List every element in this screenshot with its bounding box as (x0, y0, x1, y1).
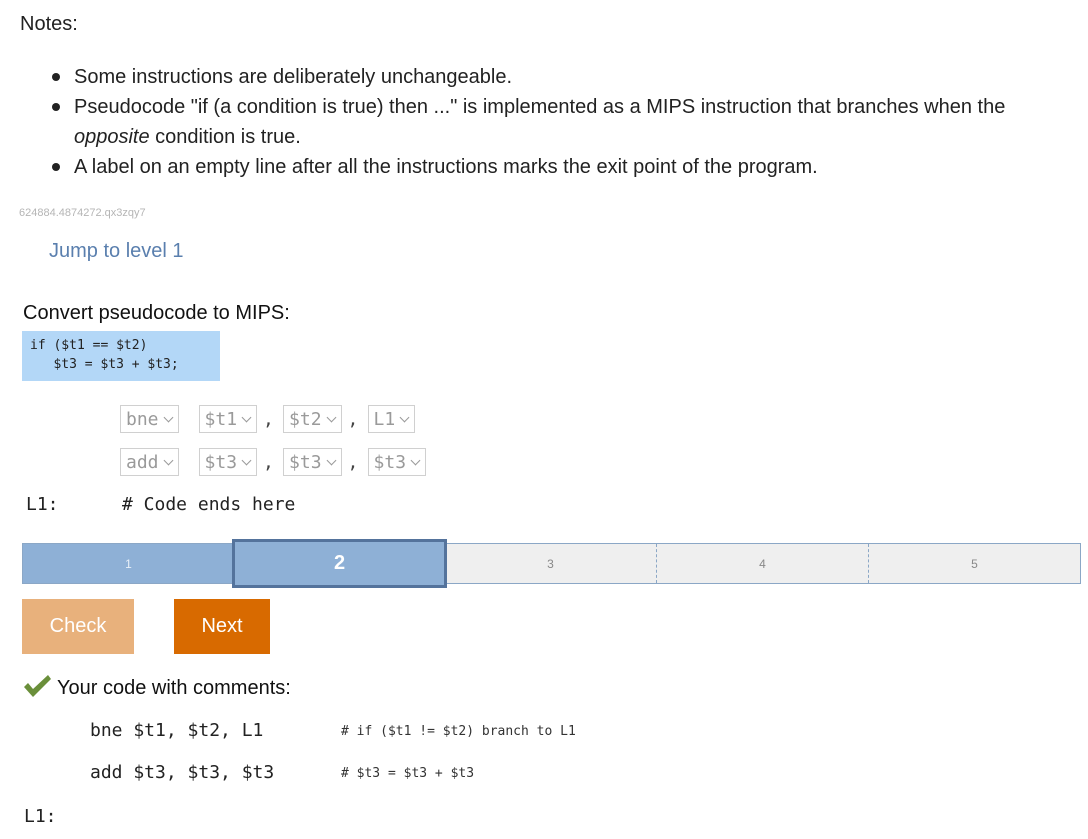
result-code-comment: # $t3 = $t3 + $t3 (341, 766, 475, 781)
instruction-row-2: add $t3 , $t3 , $t3 (120, 447, 427, 477)
result-code-comment: # if ($t1 != $t2) branch to L1 (341, 724, 576, 739)
next-button[interactable]: Next (174, 599, 270, 654)
pseudocode-line: $t3 = $t3 + $t3; (30, 357, 179, 372)
exit-label: L1: (26, 494, 59, 515)
notes-list: Some instructions are deliberately uncha… (0, 62, 1088, 182)
note-item: A label on an empty line after all the i… (0, 152, 1064, 182)
notes-title: Notes: (20, 13, 78, 35)
chevron-down-icon (163, 455, 173, 465)
result-code-line: bne $t1, $t2, L1 (90, 720, 264, 741)
checkmark-icon (24, 675, 51, 697)
chevron-down-icon (241, 455, 252, 465)
register-select[interactable]: $t1 (198, 405, 258, 433)
chevron-down-icon (326, 412, 336, 422)
jump-to-level-link[interactable]: Jump to level 1 (49, 240, 184, 263)
chevron-down-icon (410, 455, 421, 465)
register-select[interactable]: $t3 (367, 448, 427, 476)
register-select[interactable]: $t3 (283, 448, 342, 476)
activity-id: 624884.4874272.qx3zqy7 (19, 207, 146, 219)
level-4-segment[interactable]: 4 (656, 544, 868, 583)
level-5-segment[interactable]: 5 (868, 544, 1080, 583)
note-item: Some instructions are deliberately uncha… (0, 62, 1064, 92)
comma: , (347, 408, 359, 430)
level-1-segment[interactable]: 1 (23, 544, 234, 583)
opcode-select[interactable]: add (120, 448, 179, 476)
chevron-down-icon (241, 412, 252, 422)
result-title: Your code with comments: (57, 677, 291, 699)
chevron-down-icon (326, 455, 336, 465)
level-2-segment[interactable]: 2 (232, 539, 447, 588)
comma: , (347, 451, 359, 473)
note-item: Pseudocode "if (a condition is true) the… (0, 92, 1064, 152)
pseudocode-box: if ($t1 == $t2) $t3 = $t3 + $t3; (22, 331, 220, 381)
comma: , (263, 408, 274, 430)
comma: , (263, 451, 274, 473)
check-button[interactable]: Check (22, 599, 134, 654)
result-code-line: add $t3, $t3, $t3 (90, 762, 275, 783)
label-select[interactable]: L1 (367, 405, 416, 433)
register-select[interactable]: $t3 (198, 448, 258, 476)
level-progress-bar: 1 2 3 4 5 (22, 539, 1081, 588)
level-3-segment[interactable]: 3 (445, 544, 656, 583)
instruction-row-1: bne $t1 , $t2 , L1 (120, 404, 416, 434)
convert-title: Convert pseudocode to MIPS: (23, 302, 290, 324)
pseudocode-line: if ($t1 == $t2) (30, 338, 148, 353)
result-exit-label: L1: (24, 806, 57, 827)
register-select[interactable]: $t2 (283, 405, 342, 433)
chevron-down-icon (399, 412, 410, 422)
opcode-select[interactable]: bne (120, 405, 179, 433)
chevron-down-icon (163, 412, 173, 422)
code-end-comment: # Code ends here (122, 494, 296, 515)
